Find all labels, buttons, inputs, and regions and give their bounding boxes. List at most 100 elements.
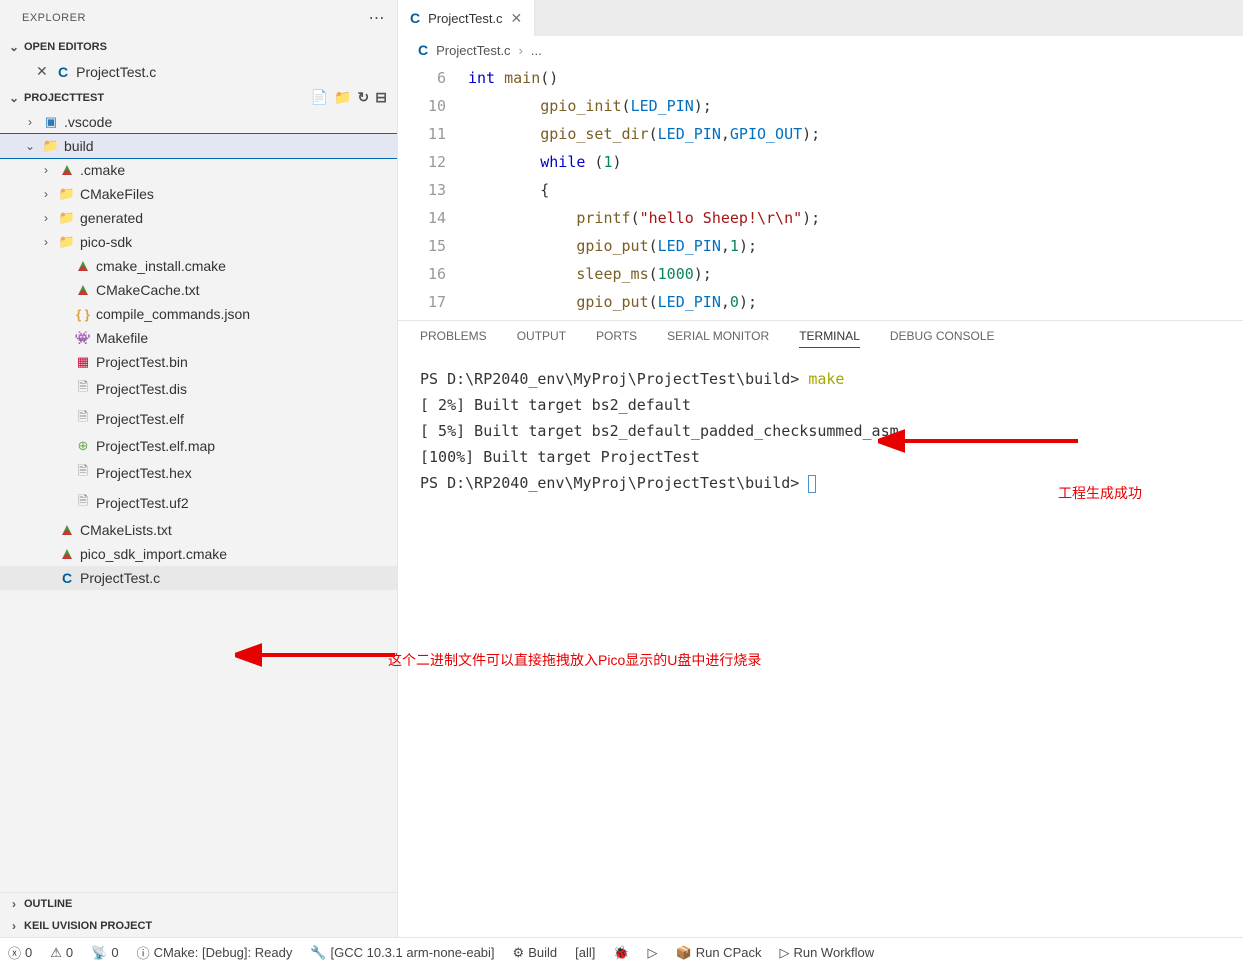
c-file-icon: C	[418, 42, 428, 58]
folder-item[interactable]: ⌄📁build	[0, 134, 397, 158]
tree-item-label: compile_commands.json	[96, 306, 250, 322]
tree-item-label: pico-sdk	[80, 234, 132, 250]
tree-item-label: CMakeFiles	[80, 186, 154, 202]
file-item[interactable]: pico_sdk_import.cmake	[0, 542, 397, 566]
file-item[interactable]: CMakeLists.txt	[0, 518, 397, 542]
tree-item-label: cmake_install.cmake	[96, 258, 226, 274]
file-item[interactable]: CProjectTest.c	[0, 566, 397, 590]
status-errors[interactable]: ⓧ0	[8, 943, 32, 962]
tree-item-label: ProjectTest.elf.map	[96, 438, 215, 454]
chevron-right-icon: ›	[38, 187, 54, 201]
status-target[interactable]: [all]	[575, 945, 595, 960]
status-build[interactable]: ⚙Build	[513, 945, 558, 961]
open-editors-header[interactable]: ⌄ OPEN EDITORS	[0, 36, 397, 58]
chevron-right-icon: ›	[6, 919, 22, 933]
folder-item[interactable]: ›📁CMakeFiles	[0, 182, 397, 206]
c-file-icon: C	[58, 64, 68, 80]
panel-tab-serial-monitor[interactable]: SERIAL MONITOR	[667, 329, 769, 348]
status-run[interactable]: ▷	[648, 945, 658, 961]
file-item[interactable]: 🗎ProjectTest.uf2	[0, 488, 397, 518]
panel-tab-problems[interactable]: PROBLEMS	[420, 329, 487, 348]
line-number: 11	[398, 120, 468, 148]
folder-item[interactable]: ›.cmake	[0, 158, 397, 182]
tree-item-label: pico_sdk_import.cmake	[80, 546, 227, 562]
code-line: 6int main()	[398, 64, 1243, 92]
project-header[interactable]: ⌄ PROJECTTEST 📄 📁 ↻ ⊟	[0, 85, 397, 110]
close-icon[interactable]: ✕	[36, 63, 50, 80]
line-number: 12	[398, 148, 468, 176]
panel-tabs: PROBLEMS OUTPUT PORTS SERIAL MONITOR TERMINA…	[398, 320, 1243, 356]
terminal-line: [ 2%] Built target bs2_default	[420, 392, 1221, 418]
status-debug[interactable]: 🐞	[613, 945, 629, 961]
tab-bar: C ProjectTest.c ✕	[398, 0, 1243, 36]
terminal-command: make	[808, 370, 844, 388]
file-item[interactable]: 🗎ProjectTest.elf	[0, 404, 397, 434]
outline-title: OUTLINE	[24, 898, 387, 910]
tree-item-label: CMakeLists.txt	[80, 522, 172, 538]
panel-tab-output[interactable]: OUTPUT	[517, 329, 566, 348]
panel-tab-debug-console[interactable]: DEBUG CONSOLE	[890, 329, 995, 348]
terminal[interactable]: PS D:\RP2040_env\MyProj\ProjectTest\buil…	[398, 356, 1243, 937]
folder-item[interactable]: ›▣.vscode	[0, 110, 397, 134]
collapse-icon[interactable]: ⊟	[375, 89, 387, 106]
close-icon[interactable]: ✕	[511, 10, 523, 27]
tree-item-label: .vscode	[64, 114, 112, 130]
status-ports[interactable]: 📡0	[91, 945, 118, 961]
warning-icon: ⚠	[50, 945, 62, 961]
line-number: 15	[398, 232, 468, 260]
status-workflow[interactable]: ▷Run Workflow	[779, 945, 874, 961]
play-icon: ▷	[779, 945, 789, 961]
open-editor-item[interactable]: ✕ C ProjectTest.c	[0, 58, 397, 85]
new-folder-icon[interactable]: 📁	[334, 89, 351, 106]
file-item[interactable]: CMakeCache.txt	[0, 278, 397, 302]
package-icon: 📦	[676, 945, 692, 961]
file-item[interactable]: 🗎ProjectTest.dis	[0, 374, 397, 404]
file-item[interactable]: 👾Makefile	[0, 326, 397, 350]
folder-item[interactable]: ›📁pico-sdk	[0, 230, 397, 254]
folder-icon: 📁	[59, 210, 75, 226]
new-file-icon[interactable]: 📄	[311, 89, 328, 106]
terminal-line: [ 5%] Built target bs2_default_padded_ch…	[420, 418, 1221, 444]
code-line: 11 gpio_set_dir(LED_PIN,GPIO_OUT);	[398, 120, 1243, 148]
chevron-right-icon: ›	[519, 43, 523, 58]
file-item[interactable]: 🗎ProjectTest.hex	[0, 458, 397, 488]
status-cmake[interactable]: ⓘCMake: [Debug]: Ready	[137, 943, 293, 962]
cursor-icon	[808, 475, 816, 493]
file-item[interactable]: { } compile_commands.json	[0, 302, 397, 326]
status-cpack[interactable]: 📦Run CPack	[676, 945, 762, 961]
tab-label: ProjectTest.c	[428, 11, 502, 26]
file-item[interactable]: ▦ProjectTest.bin	[0, 350, 397, 374]
panel-tab-ports[interactable]: PORTS	[596, 329, 637, 348]
file-item[interactable]: ⊕ ProjectTest.elf.map	[0, 434, 397, 458]
folder-item[interactable]: ›📁generated	[0, 206, 397, 230]
folder-icon: 📁	[59, 234, 75, 250]
cmake-icon	[62, 549, 72, 559]
info-icon: ⓘ	[137, 943, 150, 962]
annotation-arrow	[878, 426, 1078, 456]
file-item[interactable]: cmake_install.cmake	[0, 254, 397, 278]
status-warnings[interactable]: ⚠0	[50, 945, 73, 961]
terminal-line: [100%] Built target ProjectTest	[420, 444, 1221, 470]
status-gcc[interactable]: 🔧[GCC 10.3.1 arm-none-eabi]	[310, 945, 494, 961]
map-icon: ⊕	[78, 438, 89, 454]
tree-item-label: build	[64, 138, 94, 154]
line-number: 10	[398, 92, 468, 120]
editor-tab[interactable]: C ProjectTest.c ✕	[398, 0, 535, 36]
code-line: 17 gpio_put(LED_PIN,0);	[398, 288, 1243, 316]
breadcrumb[interactable]: C ProjectTest.c › ...	[398, 36, 1243, 64]
keil-header[interactable]: › KEIL UVISION PROJECT	[0, 915, 397, 937]
chevron-down-icon: ⌄	[22, 139, 38, 153]
line-number: 17	[398, 288, 468, 316]
file-icon: 🗎	[78, 492, 88, 514]
chevron-right-icon: ›	[38, 163, 54, 177]
outline-header[interactable]: › OUTLINE	[0, 892, 397, 915]
code-line: 10 gpio_init(LED_PIN);	[398, 92, 1243, 120]
code-editor[interactable]: 6int main()10 gpio_init(LED_PIN);11 gpio…	[398, 64, 1243, 320]
cmake-icon	[62, 525, 72, 535]
explorer-more-icon[interactable]: ⋯	[369, 8, 386, 28]
refresh-icon[interactable]: ↻	[358, 89, 370, 106]
breadcrumb-file: ProjectTest.c	[436, 43, 510, 58]
wrench-icon: 🔧	[310, 945, 326, 961]
json-icon: { }	[76, 307, 90, 322]
panel-tab-terminal[interactable]: TERMINAL	[799, 329, 860, 348]
